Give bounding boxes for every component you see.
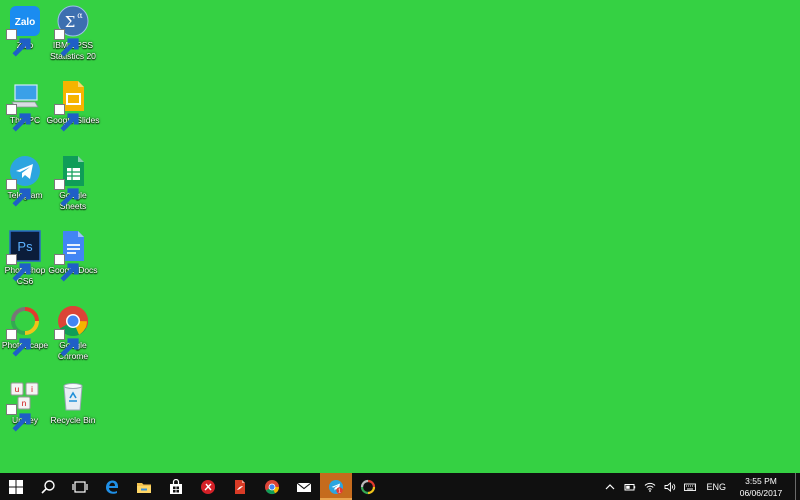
clock-time: 3:55 PM	[745, 475, 777, 486]
desktop-icon-recycle-bin[interactable]: Recycle Bin	[48, 377, 98, 449]
windows-start-icon	[9, 479, 23, 494]
desktop-icon-spss[interactable]: Σα IBM SPSS Statistics 20	[48, 2, 98, 74]
show-hidden-icons-button[interactable]	[600, 473, 620, 500]
shortcut-arrow-icon	[54, 329, 79, 357]
photoshop-icon: Ps	[6, 230, 41, 282]
volume-icon	[665, 481, 676, 492]
pdf-icon	[235, 479, 245, 494]
google-docs-icon	[54, 230, 89, 282]
show-desktop-divider	[794, 473, 796, 500]
search-icon	[41, 479, 55, 494]
shortcut-arrow-icon	[54, 179, 79, 207]
desktop-icon-google-chrome[interactable]: Google Chrome	[48, 302, 98, 374]
taskbar-app-red[interactable]	[192, 473, 224, 500]
desktop-icon-this-pc[interactable]: This PC	[0, 77, 50, 149]
shortcut-arrow-icon	[6, 179, 31, 207]
file-explorer-icon	[137, 482, 151, 493]
input-language[interactable]: ENG	[700, 482, 732, 492]
task-view-icon	[72, 480, 88, 493]
shortcut-arrow-icon	[6, 329, 31, 357]
chevron-up-icon	[606, 483, 615, 489]
svg-text:α: α	[77, 11, 83, 20]
shortcut-arrow-icon	[6, 104, 31, 132]
mail-icon	[296, 482, 312, 492]
volume-button[interactable]	[660, 473, 680, 500]
touch-keyboard-button[interactable]	[680, 473, 700, 500]
system-tray: ENG 3:55 PM 06/06/2017	[600, 473, 800, 500]
desktop-icon-photoscape[interactable]: PhotoScape	[0, 302, 50, 374]
keyboard-icon	[684, 483, 697, 491]
wifi-button[interactable]	[640, 473, 660, 500]
desktop-icon-google-slides[interactable]: Google Slides	[47, 77, 99, 149]
desktop[interactable]: Zalo Zalo This PC Telegram Ps Photoshop …	[0, 0, 800, 473]
telegram-icon	[6, 155, 41, 207]
desktop-icon-telegram[interactable]: Telegram	[0, 152, 50, 224]
this-pc-icon	[6, 80, 41, 132]
battery-icon	[624, 483, 636, 490]
shortcut-arrow-icon	[6, 254, 31, 282]
taskbar: 1 ENG 3:55 PM 06/06/2017	[0, 473, 800, 500]
photoscape-icon	[360, 479, 376, 494]
task-view-button[interactable]	[64, 473, 96, 500]
wifi-icon	[645, 482, 656, 492]
unikey-icon: uin	[6, 380, 41, 432]
chrome-icon	[54, 305, 89, 357]
zalo-icon: Zalo	[6, 5, 41, 57]
spss-icon: Σα	[54, 5, 89, 57]
recycle-bin-icon	[57, 380, 89, 412]
taskbar-chrome[interactable]	[256, 473, 288, 500]
search-button[interactable]	[32, 473, 64, 500]
svg-text:Zalo: Zalo	[15, 17, 36, 28]
edge-icon	[106, 480, 119, 494]
show-desktop-button[interactable]	[790, 473, 800, 500]
notification-badge: 1	[338, 488, 341, 494]
desktop-icon-unikey[interactable]: uin Unikey	[0, 377, 50, 449]
app-red-icon	[201, 479, 215, 494]
taskbar-store[interactable]	[160, 473, 192, 500]
desktop-icon-photoshop[interactable]: Ps Photoshop CS6	[0, 227, 50, 299]
battery-button[interactable]	[620, 473, 640, 500]
clock-date: 06/06/2017	[739, 487, 783, 498]
taskbar-pdf[interactable]	[224, 473, 256, 500]
taskbar-telegram[interactable]: 1	[320, 473, 352, 500]
taskbar-file-explorer[interactable]	[128, 473, 160, 500]
shortcut-arrow-icon	[6, 29, 31, 57]
svg-text:i: i	[31, 385, 33, 394]
google-slides-icon	[54, 80, 89, 132]
shortcut-arrow-icon	[6, 404, 31, 432]
clock[interactable]: 3:55 PM 06/06/2017	[732, 475, 790, 499]
google-sheets-icon	[54, 155, 89, 207]
taskbar-edge[interactable]	[96, 473, 128, 500]
photoscape-icon	[6, 305, 41, 357]
desktop-icon-google-docs[interactable]: Google Docs	[48, 227, 98, 299]
desktop-icon-label: Recycle Bin	[50, 415, 96, 425]
shortcut-arrow-icon	[54, 254, 79, 282]
svg-text:Ps: Ps	[17, 239, 33, 254]
svg-text:Σ: Σ	[65, 13, 76, 31]
telegram-icon: 1	[329, 479, 343, 494]
shortcut-arrow-icon	[54, 29, 79, 57]
svg-text:u: u	[15, 385, 19, 394]
taskbar-photoscape[interactable]	[352, 473, 384, 500]
chrome-icon	[265, 479, 279, 494]
taskbar-mail[interactable]	[288, 473, 320, 500]
desktop-icon-google-sheets[interactable]: Google Sheets	[48, 152, 98, 224]
shortcut-arrow-icon	[54, 104, 79, 132]
start-button[interactable]	[0, 473, 32, 500]
store-icon	[170, 478, 182, 494]
desktop-icon-zalo[interactable]: Zalo Zalo	[0, 2, 50, 74]
